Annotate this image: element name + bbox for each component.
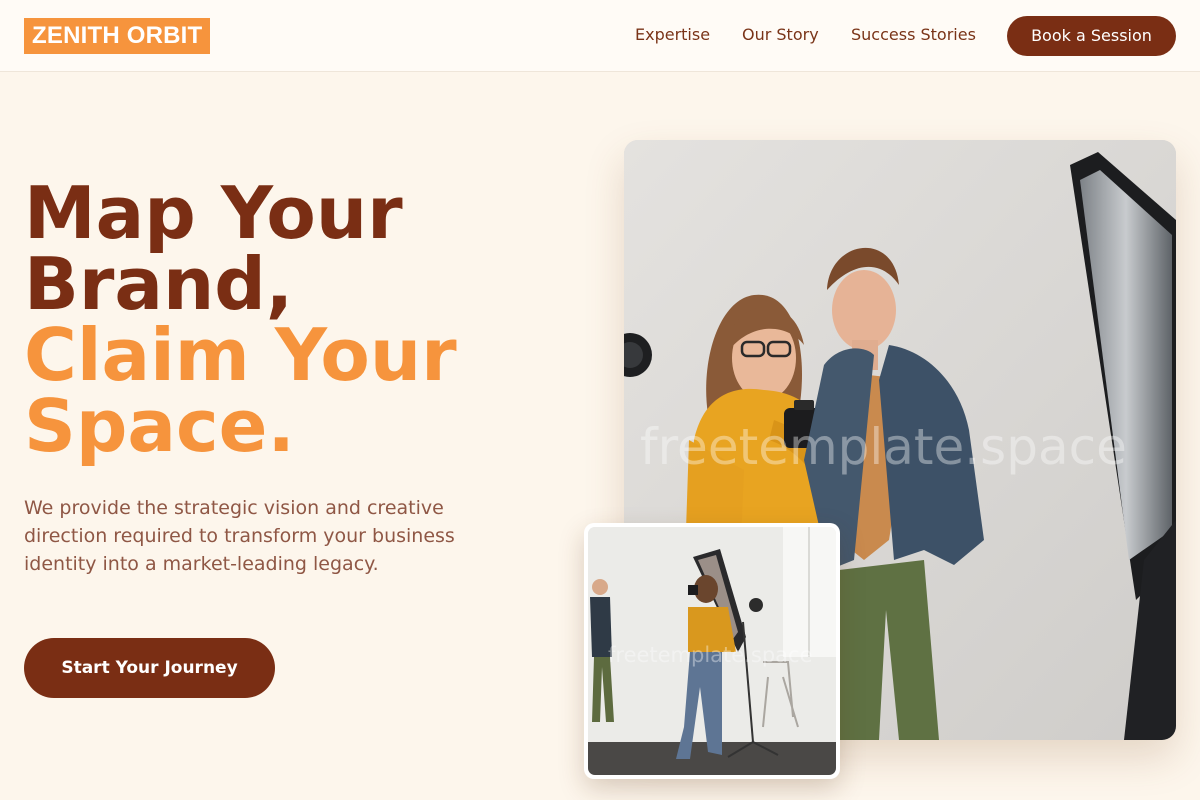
nav-link-our-story[interactable]: Our Story xyxy=(742,24,819,46)
inset-photo-watermark: freetemplate.space xyxy=(608,643,813,667)
nav-link-success-stories[interactable]: Success Stories xyxy=(851,24,976,46)
hero-headline: Map Your Brand, Claim Your Space. xyxy=(24,171,584,468)
brand-logo[interactable]: ZENITH ORBIT xyxy=(24,18,211,54)
book-session-button[interactable]: Book a Session xyxy=(1007,16,1176,56)
nav-link-expertise[interactable]: Expertise xyxy=(635,24,710,46)
headline-line-1: Map Your xyxy=(24,171,403,255)
inset-photo-frame: freetemplate.space xyxy=(588,527,836,775)
headline-line-3: Claim Your xyxy=(24,313,457,397)
start-journey-button[interactable]: Start Your Journey xyxy=(24,638,275,698)
headline-line-4: Space. xyxy=(24,384,295,468)
hero-inset-photo: freetemplate.space xyxy=(584,523,840,779)
hero-description: We provide the strategic vision and crea… xyxy=(24,497,455,575)
headline-line-2: Brand, xyxy=(24,242,294,326)
main-photo-watermark: freetemplate.space xyxy=(640,418,1127,476)
site-header: ZENITH ORBIT Expertise Our Story Success… xyxy=(0,0,1200,72)
